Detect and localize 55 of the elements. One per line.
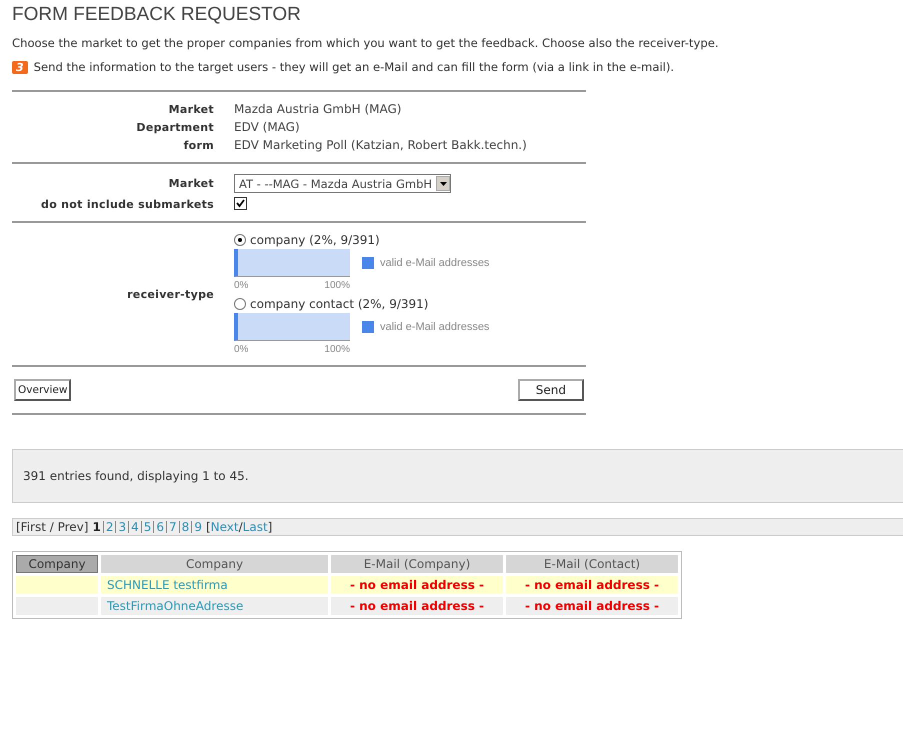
column-header[interactable]: E-Mail (Company) <box>331 555 503 573</box>
field-label: Market <box>168 177 214 190</box>
last-link[interactable]: Last <box>242 520 268 534</box>
page-link[interactable]: 4 <box>131 520 139 534</box>
column-header[interactable]: Company <box>16 555 98 573</box>
page-link[interactable]: 6 <box>156 520 164 534</box>
intro-text: Choose the market to get the proper companies from which you want to get the feedback. Choose also the receiver-type. <box>12 36 720 50</box>
legend-label: valid e-Mail addresses <box>380 321 490 333</box>
column-header[interactable]: Company <box>101 555 328 573</box>
overview-button[interactable]: Overview <box>14 379 72 401</box>
axis-label: 100% <box>324 344 350 355</box>
field-value: EDV (MAG) <box>234 120 301 134</box>
table-cell: - no email address - <box>331 576 503 594</box>
field-label: Market <box>168 102 214 116</box>
next-link[interactable]: Next <box>210 520 239 534</box>
field-value: Mazda Austria GmbH (MAG) <box>234 102 402 116</box>
table-cell: - no email address - <box>506 597 678 615</box>
legend-label: valid e-Mail addresses <box>380 257 490 269</box>
axis-label: 0% <box>234 280 248 291</box>
pagination-text: ] <box>268 520 272 534</box>
page-link[interactable]: 8 <box>182 520 190 534</box>
radio-label: company (2%, 9/391) <box>250 233 380 247</box>
pagination-text: / <box>238 520 243 534</box>
radio-button[interactable] <box>234 234 246 246</box>
page-link[interactable]: 7 <box>169 520 177 534</box>
field-label: form <box>182 138 214 152</box>
market-dropdown[interactable]: AT - --MAG - Mazda Austria GmbH <box>234 174 452 193</box>
radio-button[interactable] <box>234 298 246 310</box>
field-value: EDV Marketing Poll (Katzian, Robert Bakk.techn.) <box>234 138 528 152</box>
company-link[interactable]: TestFirmaOhneAdresse <box>101 597 328 615</box>
send-button[interactable]: Send <box>518 379 584 401</box>
page-title: FORM FEEDBACK REQUESTOR <box>12 4 302 26</box>
company-link[interactable]: SCHNELLE testfirma <box>101 576 328 594</box>
results-summary: 391 entries found, displaying 1 to 45. <box>12 449 903 503</box>
legend-swatch-icon <box>362 257 374 269</box>
field-label: do not include submarkets <box>40 198 214 210</box>
page-link[interactable]: 3 <box>118 520 126 534</box>
radio-label: company contact (2%, 9/391) <box>250 297 428 311</box>
page-link[interactable]: 5 <box>144 520 152 534</box>
page-link[interactable]: 1 <box>92 520 101 534</box>
page-link[interactable]: 2 <box>106 520 114 534</box>
submarkets-checkbox[interactable] <box>234 197 247 210</box>
table-cell: - no email address - <box>506 576 678 594</box>
axis-label: 0% <box>234 344 248 355</box>
pagination-text: [ <box>206 520 211 534</box>
pagination-text: [First / Prev] <box>16 520 88 534</box>
step-badge: 3 <box>12 60 28 74</box>
field-label: receiver-type <box>126 288 214 300</box>
column-header[interactable]: E-Mail (Contact) <box>506 555 678 573</box>
axis-label: 100% <box>324 280 350 291</box>
legend-swatch-icon <box>362 321 374 333</box>
page-link[interactable]: 9 <box>194 520 202 534</box>
field-label: Department <box>135 120 214 134</box>
step-text: Send the information to the target users - they will get an e-Mail and can fill the form (via a link in the e-mail). <box>34 60 674 74</box>
table-cell: - no email address - <box>331 597 503 615</box>
